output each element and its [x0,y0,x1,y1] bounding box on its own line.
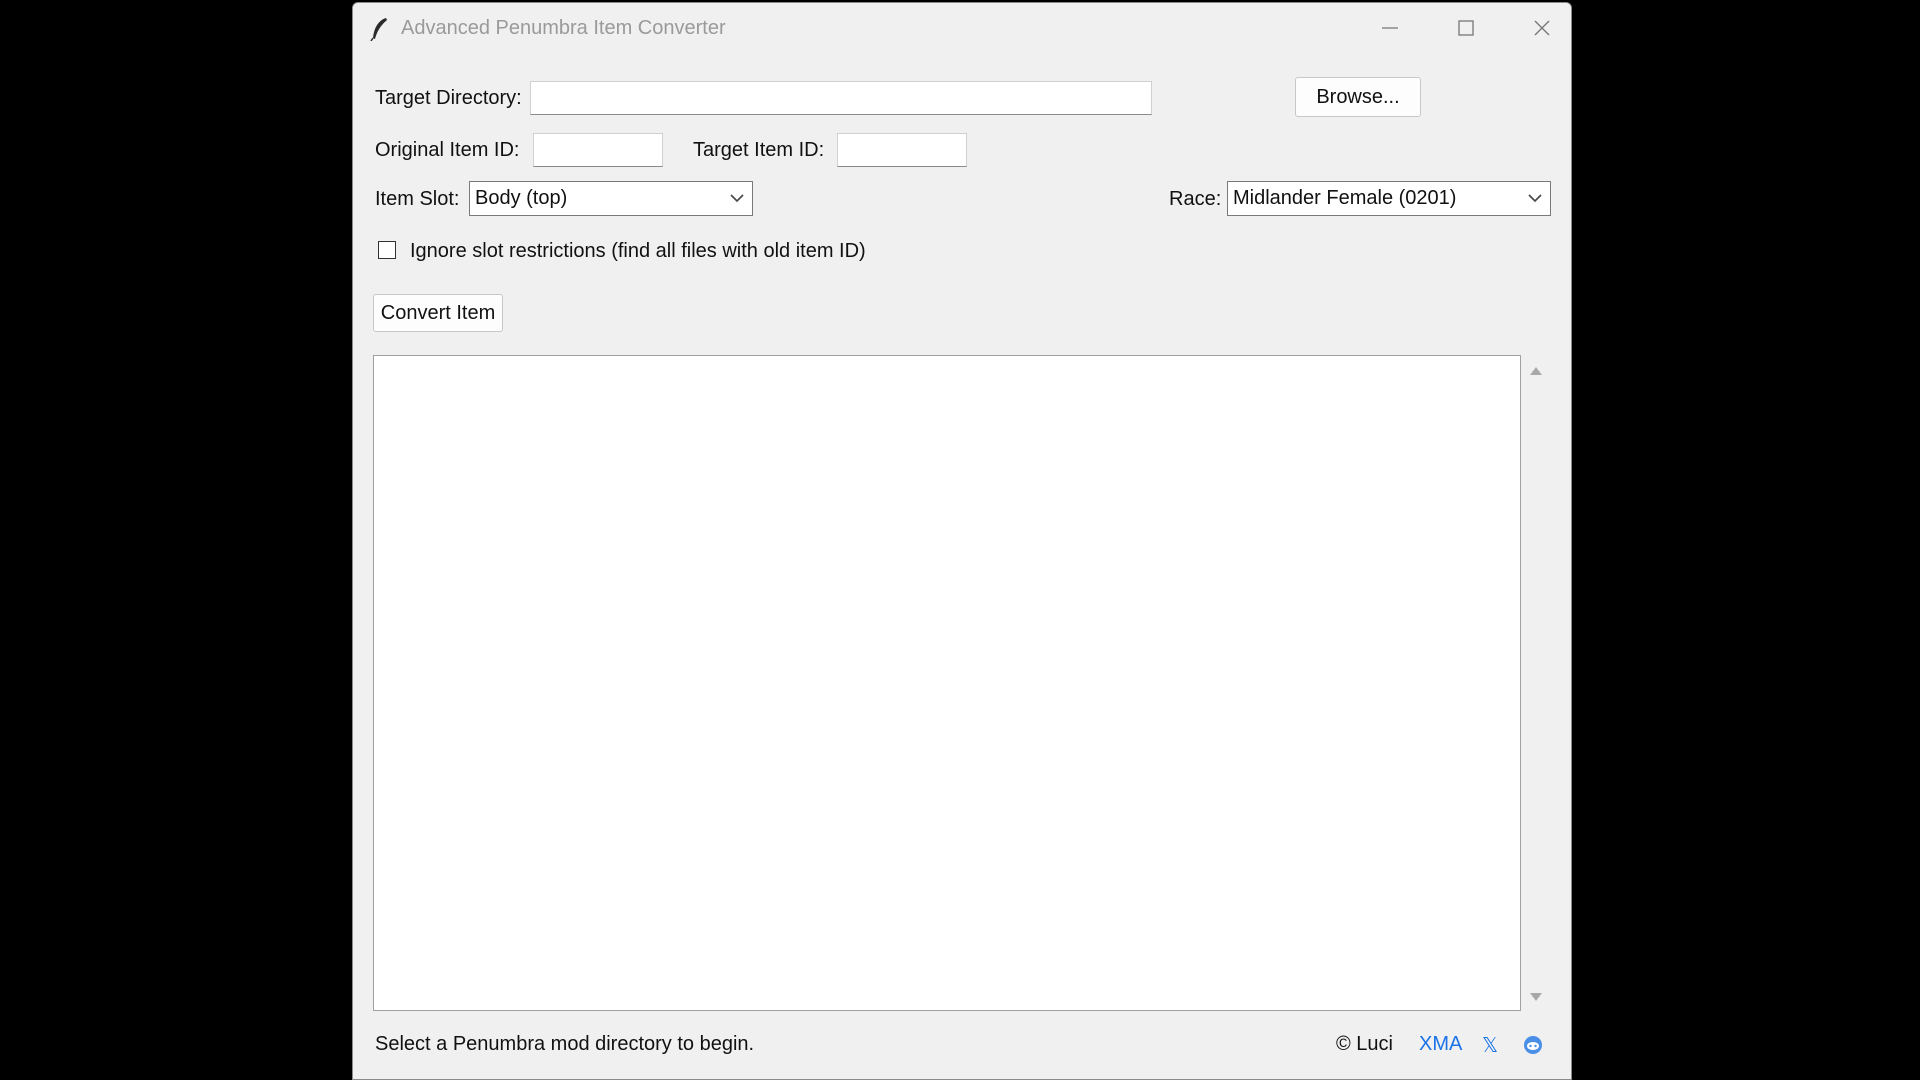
output-scrollbar[interactable] [1521,355,1551,1011]
minimize-button[interactable] [1353,3,1427,53]
original-item-id-input[interactable] [533,133,663,167]
scroll-down-icon[interactable] [1529,991,1543,1003]
minimize-icon [1382,27,1398,29]
target-item-id-label: Target Item ID: [693,139,825,161]
discord-icon[interactable] [1522,1034,1544,1056]
close-icon [1534,20,1550,36]
convert-item-button[interactable]: Convert Item [373,294,503,332]
item-slot-value: Body (top) [475,187,568,209]
ignore-slot-label[interactable]: Ignore slot restrictions (find all files… [410,240,866,263]
app-window: Advanced Penumbra Item Converter Target … [352,2,1572,1080]
browse-button[interactable]: Browse... [1295,77,1421,117]
target-item-id-input[interactable] [837,133,967,167]
target-directory-input[interactable] [530,81,1152,115]
chevron-down-icon [730,194,744,203]
output-log[interactable] [373,355,1521,1011]
x-link[interactable]: 𝕏 [1482,1033,1498,1058]
maximize-button[interactable] [1429,3,1503,53]
original-item-id-label: Original Item ID: [375,139,520,161]
xma-link[interactable]: XMA [1419,1033,1462,1056]
ignore-slot-checkbox[interactable] [378,241,396,259]
item-slot-dropdown[interactable]: Body (top) [469,181,753,216]
close-button[interactable] [1505,3,1571,53]
race-value: Midlander Female (0201) [1233,187,1457,209]
maximize-icon [1458,20,1474,36]
feather-icon [370,18,387,41]
item-slot-label: Item Slot: [375,188,460,210]
chevron-down-icon [1528,194,1542,203]
status-text: Select a Penumbra mod directory to begin… [375,1033,755,1055]
window-title: Advanced Penumbra Item Converter [401,17,726,39]
target-directory-label: Target Directory: [375,87,522,109]
copyright-text: © Luci [1336,1033,1393,1055]
race-label: Race: [1169,188,1222,210]
race-dropdown[interactable]: Midlander Female (0201) [1227,181,1551,216]
title-bar[interactable]: Advanced Penumbra Item Converter [353,3,1571,53]
scroll-up-icon[interactable] [1529,365,1543,377]
